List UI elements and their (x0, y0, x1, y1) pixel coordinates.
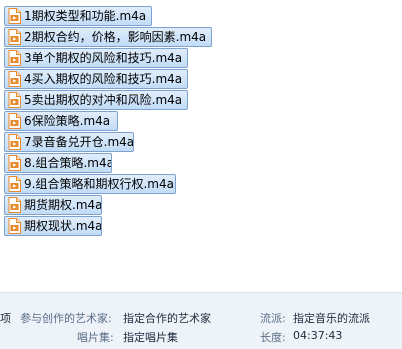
file-row[interactable]: 期权现状.m4a (4, 216, 102, 236)
audio-file-icon (8, 92, 21, 108)
file-row[interactable]: 9.组合策略和期权行权.m4a (4, 174, 176, 194)
audio-file-icon (8, 134, 21, 150)
file-row[interactable]: 4买入期权的风险和技巧.m4a (4, 69, 188, 89)
file-name: 4买入期权的风险和技巧.m4a (24, 72, 183, 86)
item-count-suffix: 项 (0, 312, 11, 325)
audio-file-icon (8, 8, 21, 24)
file-row[interactable]: 6保险策略.m4a (4, 111, 118, 131)
file-name: 3单个期权的风险和技巧.m4a (24, 51, 183, 65)
audio-file-icon (8, 197, 21, 213)
file-name: 期权现状.m4a (24, 219, 102, 233)
audio-file-icon (8, 176, 21, 192)
file-name: 2期权合约，价格，影响因素.m4a (24, 30, 207, 44)
file-name: 8.组合策略.m4a (24, 156, 112, 170)
file-row[interactable]: 8.组合策略.m4a (4, 153, 112, 173)
audio-file-icon (8, 50, 21, 66)
file-name: 6保险策略.m4a (24, 114, 111, 128)
file-row[interactable]: 5卖出期权的对冲和风险.m4a (4, 90, 188, 110)
length-label: 长度: (260, 331, 286, 344)
audio-file-icon (8, 29, 21, 45)
details-pane: 项 参与创作的艺术家: 指定合作的艺术家 唱片集: 指定唱片集 流派: 指定音乐… (0, 292, 402, 349)
audio-file-icon (8, 218, 21, 234)
file-row[interactable]: 3单个期权的风险和技巧.m4a (4, 48, 188, 68)
audio-file-icon (8, 155, 21, 171)
audio-file-icon (8, 113, 21, 129)
audio-file-icon (8, 71, 21, 87)
length-value: 04:37:43 (293, 329, 343, 342)
genre-label: 流派: (260, 312, 286, 325)
file-name: 7录音备兑开仓.m4a (24, 135, 134, 149)
contributing-artist-value[interactable]: 指定合作的艺术家 (123, 310, 211, 326)
file-name: 1期权类型和功能.m4a (24, 9, 147, 23)
file-row[interactable]: 期货期权.m4a (4, 195, 102, 215)
file-row[interactable]: 2期权合约，价格，影响因素.m4a (4, 27, 212, 47)
file-name: 9.组合策略和期权行权.m4a (24, 177, 174, 191)
contributing-artist-label: 参与创作的艺术家: (20, 312, 112, 325)
file-name: 期货期权.m4a (24, 198, 102, 212)
album-label: 唱片集: (77, 331, 114, 344)
album-value[interactable]: 指定唱片集 (123, 329, 178, 345)
file-row[interactable]: 7录音备兑开仓.m4a (4, 132, 134, 152)
file-name: 5卖出期权的对冲和风险.m4a (24, 93, 183, 107)
genre-value[interactable]: 指定音乐的流派 (293, 310, 370, 326)
file-row[interactable]: 1期权类型和功能.m4a (4, 6, 152, 26)
